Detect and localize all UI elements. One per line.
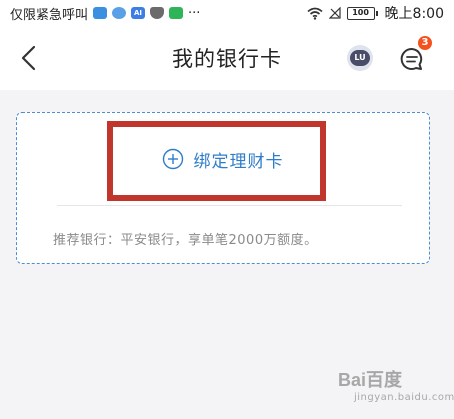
recommend-text: 推荐银行：平安银行，享单笔2000万额度。 bbox=[53, 233, 318, 248]
status-time: 晚上8:00 bbox=[384, 6, 444, 22]
status-bar-right: 100 晚上8:00 bbox=[307, 3, 444, 23]
battery-icon: 100 bbox=[346, 6, 378, 20]
status-bar-left: 仅限紧急呼叫 AI ··· bbox=[10, 4, 200, 23]
watermark-top: Bai百度 bbox=[338, 370, 403, 390]
highlight-annotation bbox=[107, 121, 326, 201]
app-header: 我的银行卡 LU 3 bbox=[0, 26, 454, 90]
carrier-text: 仅限紧急呼叫 bbox=[10, 7, 89, 23]
signal-icon bbox=[328, 7, 341, 19]
app-notification-icon: AI bbox=[131, 7, 146, 19]
app-notification-icon bbox=[93, 7, 108, 19]
app-notification-icon bbox=[169, 7, 184, 19]
divider bbox=[57, 205, 402, 206]
app-notification-icon bbox=[112, 7, 127, 19]
avatar-label: LU bbox=[350, 50, 370, 66]
back-button[interactable] bbox=[14, 44, 42, 72]
shield-icon bbox=[150, 7, 165, 19]
watermark-bottom: jingyan.baidu.com bbox=[354, 392, 454, 403]
notification-badge: 3 bbox=[418, 36, 432, 50]
status-bar: 仅限紧急呼叫 AI ··· 100 晚上8:00 bbox=[0, 0, 454, 26]
wifi-icon bbox=[307, 7, 323, 20]
avatar[interactable]: LU bbox=[347, 45, 373, 71]
more-notifications-icon: ··· bbox=[188, 5, 201, 21]
chevron-left-icon bbox=[21, 45, 36, 71]
page-title: 我的银行卡 bbox=[172, 47, 282, 71]
watermark-logo: Bai百度 jingyan.baidu.com bbox=[338, 366, 454, 412]
